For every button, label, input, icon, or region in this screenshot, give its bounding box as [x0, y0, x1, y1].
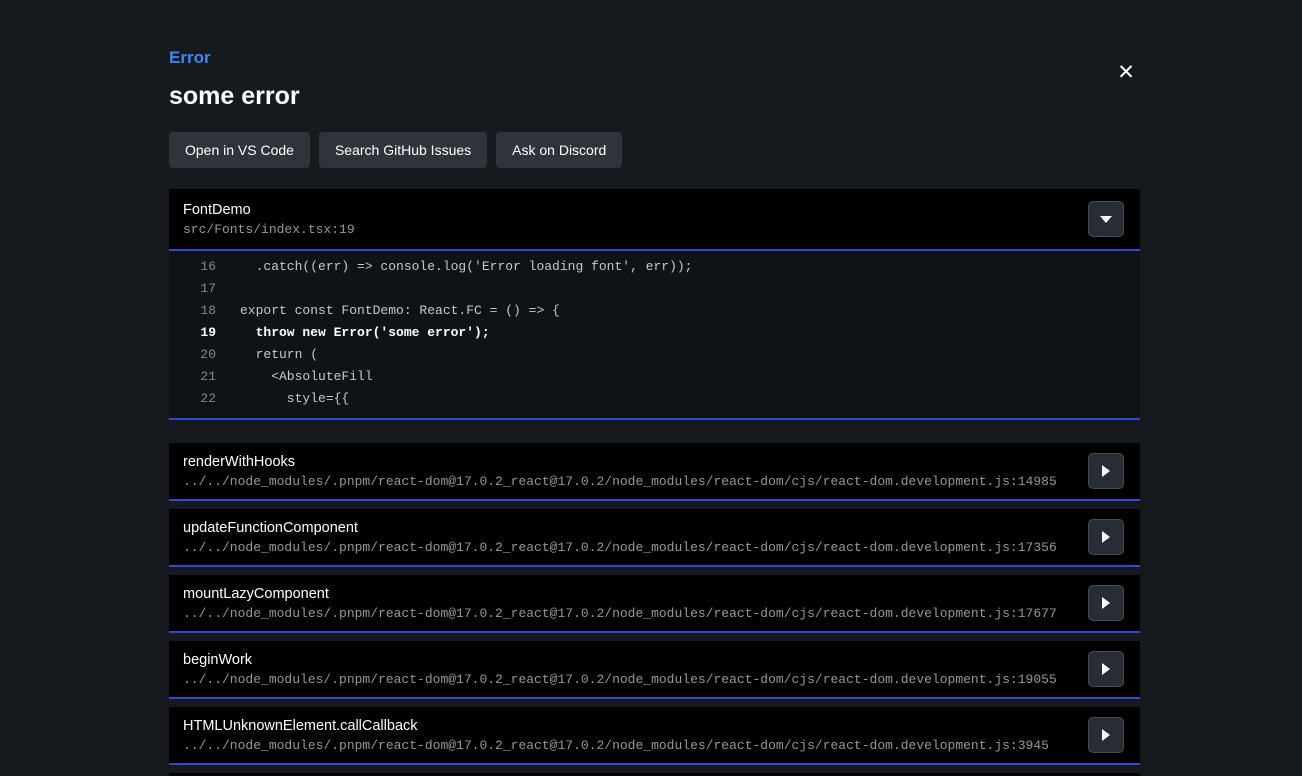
- code-line: 16 .catch((err) => console.log('Error lo…: [169, 256, 1140, 278]
- error-message: some error: [169, 82, 1140, 111]
- code-line-text: return (: [216, 344, 1140, 366]
- stack-frame-meta: beginWork ../../node_modules/.pnpm/react…: [183, 652, 1057, 687]
- stack-frame-row: mountLazyComponent ../../node_modules/.p…: [169, 575, 1140, 633]
- stack-frame-location: ../../node_modules/.pnpm/react-dom@17.0.…: [183, 606, 1057, 621]
- error-kicker: Error: [169, 48, 1140, 68]
- expand-frame-button[interactable]: [1088, 717, 1124, 753]
- code-line-text: export const FontDemo: React.FC = () => …: [216, 300, 1140, 322]
- code-block: 16 .catch((err) => console.log('Error lo…: [169, 251, 1140, 420]
- stack-frame-meta: HTMLUnknownElement.callCallback ../../no…: [183, 718, 1049, 753]
- source-frame-function: FontDemo: [183, 202, 355, 218]
- code-line: 18export const FontDemo: React.FC = () =…: [169, 300, 1140, 322]
- source-frame-header: FontDemo src/Fonts/index.tsx:19: [169, 189, 1140, 251]
- stack-frame-row: beginWork ../../node_modules/.pnpm/react…: [169, 641, 1140, 699]
- code-line-text: style={{: [216, 388, 1140, 410]
- stack-frame-function: updateFunctionComponent: [183, 520, 1057, 536]
- stack-frame-function: mountLazyComponent: [183, 586, 1057, 602]
- code-line-number: 17: [169, 278, 216, 300]
- code-line: 19 throw new Error('some error');: [169, 322, 1140, 344]
- action-bar: Open in VS Code Search GitHub Issues Ask…: [169, 132, 1140, 168]
- ask-discord-button[interactable]: Ask on Discord: [496, 132, 622, 168]
- code-line-number: 22: [169, 388, 216, 410]
- stack-frame-meta: mountLazyComponent ../../node_modules/.p…: [183, 586, 1057, 621]
- code-line-text: <AbsoluteFill: [216, 366, 1140, 388]
- expand-frame-button[interactable]: [1088, 453, 1124, 489]
- play-icon: [1102, 729, 1110, 741]
- code-line: 20 return (: [169, 344, 1140, 366]
- stack-frame-location: ../../node_modules/.pnpm/react-dom@17.0.…: [183, 738, 1049, 753]
- search-github-issues-button[interactable]: Search GitHub Issues: [319, 132, 487, 168]
- code-line: 17: [169, 278, 1140, 300]
- code-line-text: [216, 278, 1140, 300]
- stack-frame-function: HTMLUnknownElement.callCallback: [183, 718, 1049, 734]
- code-line-number: 21: [169, 366, 216, 388]
- expand-frame-button[interactable]: [1088, 585, 1124, 621]
- stack-frame-list: renderWithHooks ../../node_modules/.pnpm…: [169, 443, 1140, 776]
- stack-frame-location: ../../node_modules/.pnpm/react-dom@17.0.…: [183, 540, 1057, 555]
- code-line-number: 18: [169, 300, 216, 322]
- stack-frame-row: updateFunctionComponent ../../node_modul…: [169, 509, 1140, 567]
- code-line-text: .catch((err) => console.log('Error loadi…: [216, 256, 1140, 278]
- source-frame-panel: FontDemo src/Fonts/index.tsx:19 16 .catc…: [169, 189, 1140, 420]
- error-overlay: Error some error Open in VS Code Search …: [169, 0, 1140, 776]
- expand-frame-button[interactable]: [1088, 519, 1124, 555]
- stack-frame-function: renderWithHooks: [183, 454, 1057, 470]
- play-icon: [1102, 465, 1110, 477]
- expand-frame-button[interactable]: [1088, 651, 1124, 687]
- open-vscode-button[interactable]: Open in VS Code: [169, 132, 310, 168]
- code-line-text: throw new Error('some error');: [216, 322, 1140, 344]
- chevron-down-icon: [1100, 216, 1112, 223]
- stack-frame-location: ../../node_modules/.pnpm/react-dom@17.0.…: [183, 672, 1057, 687]
- code-line-number: 20: [169, 344, 216, 366]
- stack-frame-location: ../../node_modules/.pnpm/react-dom@17.0.…: [183, 474, 1057, 489]
- code-line-number: 19: [169, 322, 216, 344]
- stack-frame-function: beginWork: [183, 652, 1057, 668]
- source-frame-location: src/Fonts/index.tsx:19: [183, 222, 355, 237]
- play-icon: [1102, 531, 1110, 543]
- stack-frame-row: renderWithHooks ../../node_modules/.pnpm…: [169, 443, 1140, 501]
- code-line: 21 <AbsoluteFill: [169, 366, 1140, 388]
- stack-frame-meta: renderWithHooks ../../node_modules/.pnpm…: [183, 454, 1057, 489]
- play-icon: [1102, 597, 1110, 609]
- play-icon: [1102, 663, 1110, 675]
- code-line: 22 style={{: [169, 388, 1140, 410]
- collapse-frame-button[interactable]: [1088, 201, 1124, 237]
- source-frame-meta: FontDemo src/Fonts/index.tsx:19: [183, 202, 355, 237]
- code-line-number: 16: [169, 256, 216, 278]
- stack-frame-row: HTMLUnknownElement.callCallback ../../no…: [169, 707, 1140, 765]
- stack-frame-meta: updateFunctionComponent ../../node_modul…: [183, 520, 1057, 555]
